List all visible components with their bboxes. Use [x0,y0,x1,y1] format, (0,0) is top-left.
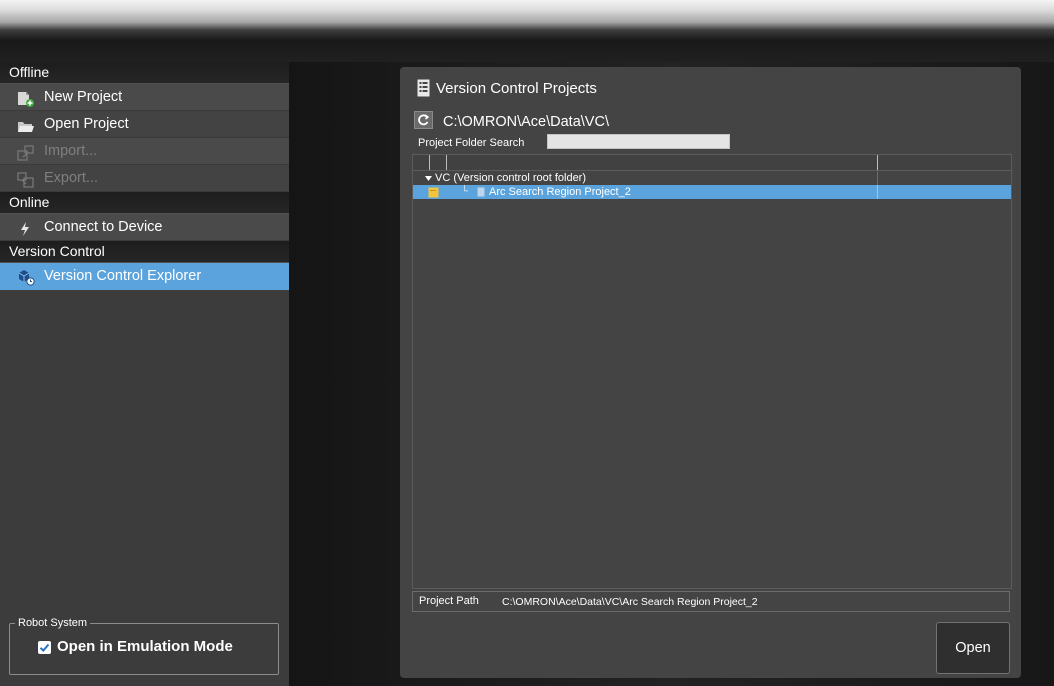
sidebar-item-label: Version Control Explorer [44,268,202,284]
tree-header [413,155,1011,171]
sidebar-item-version-control-explorer[interactable]: Version Control Explorer [0,263,289,290]
title-bar [0,0,1054,62]
project-path-bar: Project Path C:\OMRON\Ace\Data\VC\Arc Se… [412,591,1010,612]
section-header-offline: Offline [0,62,289,84]
folder-open-icon [17,117,34,132]
section-header-online: Online [0,192,289,214]
section-header-version-control: Version Control [0,241,289,263]
sidebar-item-import[interactable]: Import... [0,138,289,165]
version-control-icon [17,269,35,286]
sidebar-item-label: Import... [44,143,98,159]
import-icon [17,144,34,161]
robot-system-legend: Robot System [15,616,91,630]
refresh-button[interactable] [414,111,433,129]
project-tree[interactable]: VC (Version control root folder) └ Arc S… [412,154,1012,589]
sidebar-item-connect-to-device[interactable]: Connect to Device [0,214,289,241]
project-file-icon [477,187,486,201]
new-project-icon [17,90,34,107]
version-control-projects-panel: Version Control Projects C:\OMRON\Ace\Da… [400,67,1021,678]
tree-connector-icon: └ [461,186,469,197]
panel-title: Version Control Projects [436,80,597,97]
folder-search-input[interactable] [547,134,730,149]
tree-row-root[interactable]: VC (Version control root folder) [413,171,1011,185]
sidebar-item-label: Connect to Device [44,219,163,235]
lightning-icon [17,220,33,236]
document-list-icon [417,79,430,97]
header-divider [446,155,447,170]
tree-project-label: Arc Search Region Project_2 [489,186,631,198]
tree-row-project[interactable]: └ Arc Search Region Project_2 [413,185,1011,199]
sidebar-item-export[interactable]: Export... [0,165,289,192]
row-divider [877,171,878,185]
header-divider [429,155,430,170]
emulation-mode-label[interactable]: Open in Emulation Mode [57,638,233,655]
sidebar-item-new-project[interactable]: New Project [0,84,289,111]
checkbox-checked-icon[interactable] [38,641,51,654]
sidebar-item-open-project[interactable]: Open Project [0,111,289,138]
sidebar-item-label: Open Project [44,116,129,132]
row-divider [877,185,878,199]
vc-root-path: C:\OMRON\Ace\Data\VC\ [443,114,609,130]
folder-icon [428,187,440,202]
project-path-value: C:\OMRON\Ace\Data\VC\Arc Search Region P… [502,596,758,608]
robot-system-group: Robot System Open in Emulation Mode [9,616,279,675]
sidebar: Offline New Project Open Project Import.… [0,62,289,686]
open-button[interactable]: Open [936,622,1010,674]
project-path-label: Project Path [419,595,479,607]
export-icon [17,171,34,188]
folder-search-label: Project Folder Search [418,137,525,149]
sidebar-item-label: Export... [44,170,98,186]
header-divider [877,155,878,170]
sidebar-item-label: New Project [44,89,123,105]
tree-root-label: VC (Version control root folder) [435,172,587,184]
